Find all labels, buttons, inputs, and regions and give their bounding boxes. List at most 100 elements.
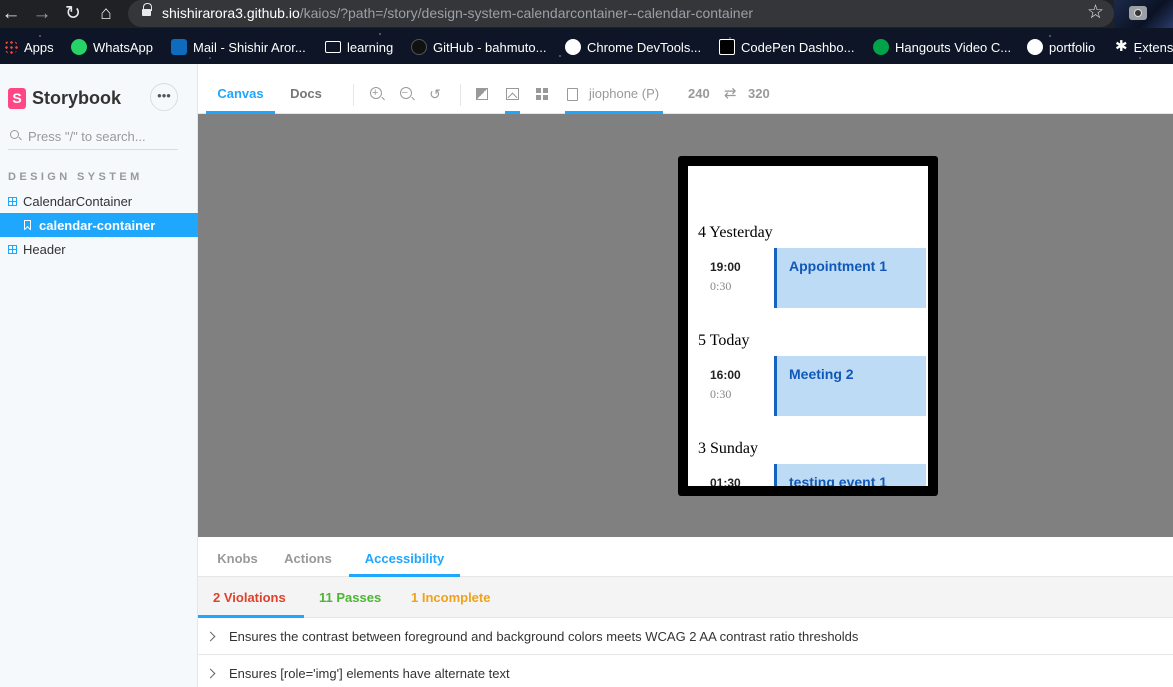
tab-accessibility[interactable]: Accessibility xyxy=(349,537,460,577)
image-icon[interactable] xyxy=(506,88,519,100)
chevron-right-icon xyxy=(205,668,216,679)
event-duration: 0:30 xyxy=(710,279,732,293)
tab-knobs[interactable]: Knobs xyxy=(206,537,269,577)
bookmark-label: portfolio xyxy=(1049,39,1096,55)
bookmark-label: WhatsApp xyxy=(93,39,153,55)
section-title: DESIGN SYSTEM xyxy=(8,171,143,183)
search-input[interactable]: Press "/" to search... xyxy=(8,126,178,150)
zoom-out-icon[interactable] xyxy=(400,85,412,101)
url-path: /kaios/?path=/story/design-system-calend… xyxy=(299,5,754,21)
storybook-brand[interactable]: S Storybook xyxy=(8,88,121,109)
url-host: shishirarora3.github.io xyxy=(162,5,300,21)
puzzle-icon: ✱ xyxy=(1115,38,1128,55)
day-header: 4 Yesterday xyxy=(698,224,773,241)
sidebar-item-header[interactable]: Header xyxy=(0,237,198,261)
sidebar-item-label: calendar-container xyxy=(39,217,156,233)
search-placeholder: Press "/" to search... xyxy=(28,129,146,144)
reload-icon[interactable]: ↻ xyxy=(62,3,84,25)
device-screen: 4 Yesterday 19:00 0:30 Appointment 1 5 T… xyxy=(688,166,928,486)
bookmark-label: CodePen Dashbo... xyxy=(741,39,855,55)
viewport-select[interactable]: jiophone (P) xyxy=(589,74,659,114)
apps-grid-icon xyxy=(4,40,18,54)
bookmark-portfolio[interactable]: portfolio xyxy=(1027,38,1095,56)
tab-canvas[interactable]: Canvas xyxy=(206,74,275,114)
violation-text: Ensures the contrast between foreground … xyxy=(229,628,859,644)
chevron-right-icon xyxy=(205,631,216,641)
bookmark-whatsapp[interactable]: WhatsApp xyxy=(71,38,153,56)
component-icon xyxy=(8,244,17,254)
story-bookmark-icon xyxy=(24,220,31,230)
lock-icon xyxy=(142,3,152,19)
hangouts-icon xyxy=(873,39,889,55)
extension-area xyxy=(1114,0,1173,28)
more-options-button[interactable]: ••• xyxy=(150,83,178,111)
day-header: 3 Sunday xyxy=(698,440,758,457)
addons-panel: Knobs Actions Accessibility 2 Violations… xyxy=(198,537,1173,687)
bookmark-label: GitHub - bahmuto... xyxy=(433,39,547,55)
addon-tabs: Knobs Actions Accessibility xyxy=(198,537,1173,577)
address-bar[interactable]: shishirarora3.github.io/kaios/?path=/sto… xyxy=(128,0,1114,27)
zoom-reset-icon[interactable]: ↺ xyxy=(427,86,443,102)
bookmark-github[interactable]: GitHub - bahmuto... xyxy=(411,38,546,56)
bookmark-devtools[interactable]: Chrome DevTools... xyxy=(565,38,701,56)
bookmark-mail[interactable]: Mail - Shishir Aror... xyxy=(171,38,306,56)
chrome-icon xyxy=(565,39,581,55)
event-card[interactable]: Appointment 1 xyxy=(774,248,926,308)
viewport-width[interactable]: 240 xyxy=(688,74,710,114)
violation-item[interactable]: Ensures the contrast between foreground … xyxy=(198,618,1173,655)
storybook-logo-icon: S xyxy=(8,88,26,109)
event-card[interactable]: testing event 1 xyxy=(774,464,926,486)
bookmark-label: Mail - Shishir Aror... xyxy=(193,39,306,55)
zoom-in-icon[interactable] xyxy=(370,85,382,101)
bookmark-star-icon[interactable]: ☆ xyxy=(1087,2,1104,24)
toolbar-divider xyxy=(460,84,461,106)
bookmark-label: Chrome DevTools... xyxy=(587,39,702,55)
event-title: Meeting 2 xyxy=(789,366,854,382)
rotate-viewport-icon[interactable]: ⇄ xyxy=(724,74,737,114)
device-icon[interactable] xyxy=(567,88,578,101)
background-icon[interactable] xyxy=(476,88,488,100)
sidebar-item-calendar-container[interactable]: calendar-container xyxy=(0,213,198,237)
bookmark-codepen[interactable]: CodePen Dashbo... xyxy=(719,38,854,56)
a11y-result-tabs: 2 Violations 11 Passes 1 Incomplete xyxy=(198,577,1173,618)
folder-icon xyxy=(325,41,341,53)
tab-violations[interactable]: 2 Violations xyxy=(198,577,304,618)
sidebar-item-label: Header xyxy=(23,241,66,257)
forward-icon[interactable]: → xyxy=(31,3,53,25)
event-card[interactable]: Meeting 2 xyxy=(774,356,926,416)
event-duration: 0:30 xyxy=(710,387,732,401)
event-title: testing event 1 xyxy=(789,474,888,486)
bookmark-apps[interactable]: Apps xyxy=(4,38,54,56)
violation-item[interactable]: Ensures [role='img'] elements have alter… xyxy=(198,655,1173,687)
bookmark-label: learning xyxy=(347,39,394,55)
preview-canvas: 4 Yesterday 19:00 0:30 Appointment 1 5 T… xyxy=(198,114,1173,537)
back-icon[interactable]: ← xyxy=(0,3,22,25)
home-icon[interactable]: ⌂ xyxy=(95,3,117,25)
event-title: Appointment 1 xyxy=(789,258,887,274)
event-time: 01:30 xyxy=(710,476,741,486)
day-header: 5 Today xyxy=(698,332,750,349)
viewport-height[interactable]: 320 xyxy=(748,74,770,114)
tab-incomplete[interactable]: 1 Incomplete xyxy=(411,577,490,618)
url-text[interactable]: shishirarora3.github.io/kaios/?path=/sto… xyxy=(162,5,753,21)
bookmarks-bar: Apps WhatsApp Mail - Shishir Aror... lea… xyxy=(0,28,1173,64)
tab-passes[interactable]: 11 Passes xyxy=(319,577,381,618)
main-panel: Canvas Docs ↺ jiophone (P) 240 ⇄ 320 4 Y… xyxy=(198,64,1173,687)
bookmark-hangouts[interactable]: Hangouts Video C... xyxy=(873,38,1011,56)
tab-docs[interactable]: Docs xyxy=(279,74,333,114)
bookmark-label: Extens xyxy=(1133,39,1173,55)
grid-icon[interactable] xyxy=(536,88,548,100)
bookmark-extensions[interactable]: ✱ Extens xyxy=(1115,38,1173,56)
toolbar-divider xyxy=(353,84,354,106)
bookmark-learning[interactable]: learning xyxy=(325,38,393,56)
sidebar-item-calendarcontainer[interactable]: CalendarContainer xyxy=(0,189,198,213)
device-frame: 4 Yesterday 19:00 0:30 Appointment 1 5 T… xyxy=(678,156,938,496)
event-time: 19:00 xyxy=(710,260,741,274)
camera-icon[interactable] xyxy=(1129,6,1147,20)
brand-name: Storybook xyxy=(32,88,122,108)
event-time: 16:00 xyxy=(710,368,741,382)
tab-actions[interactable]: Actions xyxy=(275,537,341,577)
bookmark-label: Hangouts Video C... xyxy=(895,39,1012,55)
codepen-icon xyxy=(719,39,735,55)
globe-icon xyxy=(1027,39,1043,55)
